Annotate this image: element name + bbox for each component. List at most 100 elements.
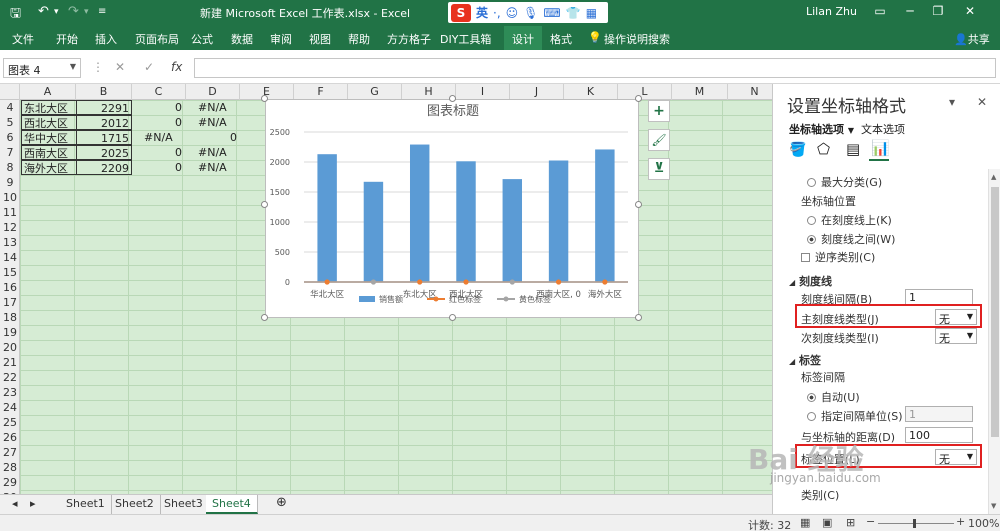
row-header[interactable]: 5 (0, 115, 20, 130)
tab-file[interactable]: 文件 (12, 31, 34, 47)
tab-help[interactable]: 帮助 (348, 31, 370, 47)
tab-page-layout[interactable]: 页面布局 (135, 31, 179, 47)
sheet-tab[interactable]: Sheet2 (109, 495, 161, 514)
table-cell-d[interactable]: #N/A (196, 100, 250, 115)
chart-styles-button[interactable]: 🖌 (648, 129, 670, 151)
tab-formulas[interactable]: 公式 (191, 31, 213, 47)
column-header[interactable]: L (618, 84, 672, 100)
radio-max-category[interactable]: 最大分类(G) (807, 174, 882, 190)
row-header[interactable]: 22 (0, 370, 20, 385)
resize-handle[interactable] (449, 314, 456, 321)
column-header[interactable]: A (20, 84, 76, 100)
zoom-level[interactable]: 100% (968, 517, 999, 530)
zoom-thumb[interactable] (913, 519, 916, 528)
tick-interval-input[interactable]: 1 (905, 289, 973, 305)
table-cell-a[interactable]: 海外大区 (21, 160, 77, 175)
table-cell-b[interactable]: 2291 (76, 100, 132, 115)
column-header[interactable]: M (672, 84, 728, 100)
tab-axis-options[interactable]: 坐标轴选项 ▼ (789, 121, 854, 137)
page-layout-icon[interactable]: ▣ (822, 516, 832, 529)
pane-close-icon[interactable]: ✕ (977, 95, 987, 109)
resize-handle[interactable] (635, 314, 642, 321)
column-header[interactable]: N (728, 84, 772, 100)
name-box[interactable]: 图表 4 ▼ (3, 58, 81, 78)
ime-punct-icon[interactable]: ·, (493, 6, 501, 20)
radio-specify-unit[interactable]: 指定间隔单位(S) (807, 408, 903, 424)
table-cell-a[interactable]: 西北大区 (21, 115, 77, 130)
row-header[interactable]: 7 (0, 145, 20, 160)
row-header[interactable]: 28 (0, 460, 20, 475)
save-icon[interactable]: 🖫 (10, 4, 21, 26)
radio-button[interactable] (807, 216, 816, 225)
formula-input[interactable] (194, 58, 996, 78)
row-header[interactable]: 24 (0, 400, 20, 415)
resize-handle[interactable] (635, 95, 642, 102)
ime-language[interactable]: 英 (476, 4, 488, 21)
customize-toolbar-icon[interactable]: ≡ (98, 6, 106, 17)
row-header[interactable]: 23 (0, 385, 20, 400)
resize-handle[interactable] (261, 314, 268, 321)
row-header[interactable]: 21 (0, 355, 20, 370)
radio-button-selected[interactable] (807, 393, 816, 402)
row-header[interactable]: 11 (0, 205, 20, 220)
enter-icon[interactable]: ✓ (144, 60, 154, 74)
chevron-down-icon[interactable]: ▼ (70, 62, 76, 71)
table-cell-a[interactable]: 西南大区 (21, 145, 77, 160)
skin-icon[interactable]: 👕 (566, 6, 581, 20)
column-header[interactable]: H (402, 84, 456, 100)
table-cell-d[interactable]: #N/A (196, 145, 250, 160)
column-header[interactable]: I (456, 84, 510, 100)
radio-on-tick[interactable]: 在刻度线上(K) (807, 212, 892, 228)
sheet-tab[interactable]: Sheet3 (158, 495, 210, 514)
sheet-tab[interactable]: Sheet1 (60, 495, 112, 514)
row-header[interactable]: 8 (0, 160, 20, 175)
scroll-thumb[interactable] (991, 187, 999, 437)
tab-data[interactable]: 数据 (231, 31, 253, 47)
select-all-corner[interactable] (0, 84, 20, 100)
redo-dropdown-icon[interactable]: ▾ (84, 7, 89, 17)
column-header[interactable]: J (510, 84, 564, 100)
user-name[interactable]: Lilan Zhu (806, 5, 857, 18)
table-cell-c[interactable]: 0 (130, 160, 184, 175)
cancel-icon[interactable]: ✕ (115, 60, 125, 74)
radio-between-tick[interactable]: 刻度线之间(W) (807, 231, 895, 247)
table-cell-b[interactable]: 1715 (76, 130, 132, 145)
table-cell-b[interactable]: 2012 (76, 115, 132, 130)
column-header[interactable]: F (294, 84, 348, 100)
row-header[interactable]: 4 (0, 100, 20, 115)
keyboard-icon[interactable]: ⌨ (543, 6, 560, 20)
row-header[interactable]: 18 (0, 310, 20, 325)
row-header[interactable]: 6 (0, 130, 20, 145)
table-cell-b[interactable]: 2209 (76, 160, 132, 175)
emoji-icon[interactable]: ☺ (506, 6, 519, 20)
column-header[interactable]: D (186, 84, 240, 100)
table-cell-d[interactable]: 0 (185, 130, 239, 145)
column-header[interactable]: G (348, 84, 402, 100)
share-button[interactable]: 👤共享 (954, 31, 990, 47)
chart-elements-button[interactable]: + (648, 100, 670, 122)
distance-input[interactable]: 100 (905, 427, 973, 443)
row-header[interactable]: 9 (0, 175, 20, 190)
pane-scrollbar[interactable]: ▲ ▼ (988, 169, 1000, 514)
radio-auto[interactable]: 自动(U) (807, 389, 860, 405)
row-header[interactable]: 17 (0, 295, 20, 310)
table-cell-a[interactable]: 东北大区 (21, 100, 77, 115)
ribbon-display-icon[interactable]: ▭ (870, 4, 890, 18)
column-header[interactable]: K (564, 84, 618, 100)
row-header[interactable]: 12 (0, 220, 20, 235)
prev-sheet-icon[interactable]: ◂ (6, 495, 24, 514)
checkbox[interactable] (801, 253, 810, 262)
resize-handle[interactable] (635, 201, 642, 208)
mic-icon[interactable]: 🎙 (523, 6, 538, 20)
scroll-up-icon[interactable]: ▲ (991, 173, 996, 181)
table-cell-b[interactable]: 2025 (76, 145, 132, 160)
size-properties-icon[interactable]: ▤ (846, 140, 860, 158)
chart[interactable]: 图表标题 0 500 1000 1500 2000 2500 华北大区 东北大区 西北大区 西南大区… (265, 99, 639, 318)
radio-button[interactable] (807, 178, 816, 187)
page-break-icon[interactable]: ⊞ (846, 516, 855, 529)
restore-icon[interactable]: ❐ (928, 4, 948, 18)
row-header[interactable]: 14 (0, 250, 20, 265)
tab-diy[interactable]: DIY工具箱 (440, 31, 491, 47)
label-section-header[interactable]: ◢ 标签 (789, 352, 821, 368)
undo-icon[interactable]: ↶ (38, 4, 49, 19)
